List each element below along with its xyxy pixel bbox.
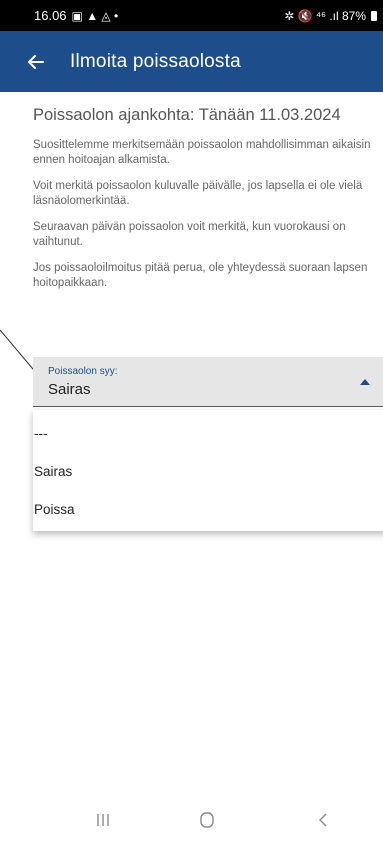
- recent-apps-icon: [97, 814, 109, 826]
- info-paragraph: Suosittelemme merkitsemään poissaolon ma…: [33, 139, 371, 166]
- absence-reason-select[interactable]: Poissaolon syy: Sairas: [33, 357, 383, 407]
- status-right: ✲ 🔇 ⁴⁶ .ıl 87%: [284, 9, 377, 23]
- app-bar: Ilmoita poissaolosta: [0, 31, 383, 92]
- recent-apps-button[interactable]: [92, 810, 114, 830]
- back-icon: [319, 813, 327, 827]
- system-nav-bar: [0, 790, 383, 850]
- absence-date-heading: Poissaolon ajankohta: Tänään 11.03.2024: [33, 106, 341, 124]
- page-title: Ilmoita poissaolosta: [70, 50, 241, 72]
- status-time: 16.06: [34, 8, 67, 23]
- select-value: Sairas: [48, 381, 91, 398]
- status-indicators: ✲ 🔇 ⁴⁶ .ıl 87%: [284, 8, 366, 23]
- status-bar: 16.06 ▣ ▲ ◬ • ✲ 🔇 ⁴⁶ .ıl 87%: [0, 0, 383, 31]
- nav-back-button[interactable]: [312, 810, 334, 830]
- info-paragraph: Jos poissaoloilmoitus pitää perua, ole y…: [33, 262, 368, 289]
- arrow-left-icon: [28, 54, 44, 69]
- dropdown-menu: --- Sairas Poissa: [33, 410, 383, 531]
- notification-icons: ▣ ▲ ◬ •: [71, 8, 119, 23]
- dropdown-option-poissa[interactable]: Poissa: [33, 490, 383, 528]
- status-left: 16.06 ▣ ▲ ◬ •: [34, 8, 118, 23]
- home-icon: [200, 812, 214, 828]
- info-paragraph: Voit merkitä poissaolon kuluvalle päiväl…: [33, 180, 363, 207]
- dropdown-option-empty[interactable]: ---: [33, 414, 383, 452]
- select-label: Poissaolon syy:: [48, 366, 118, 377]
- caret-up-icon: [360, 379, 370, 385]
- back-button[interactable]: [12, 38, 60, 86]
- battery-icon: [371, 10, 377, 21]
- info-content: Poissaolon ajankohta: Tänään 11.03.2024 …: [33, 106, 383, 302]
- dropdown-option-sairas[interactable]: Sairas: [33, 452, 383, 490]
- info-paragraph: Seuraavan päivän poissaolon voit merkitä…: [33, 221, 346, 248]
- home-button[interactable]: [196, 810, 218, 830]
